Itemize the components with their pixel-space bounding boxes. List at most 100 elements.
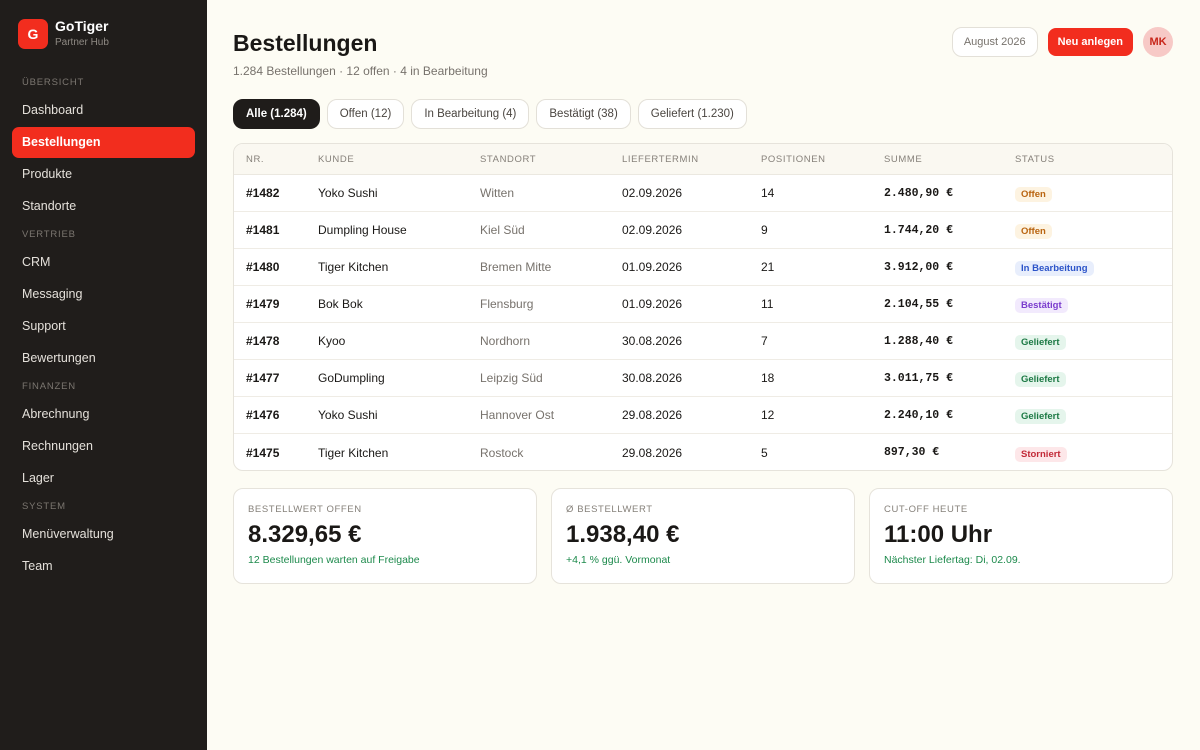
brand[interactable]: G GoTiger Partner Hub — [18, 18, 109, 50]
order-location: Flensburg — [480, 297, 534, 311]
sidebar-nav: ÜBERSICHT Dashboard Bestellungen Produkt… — [12, 70, 195, 582]
table-row[interactable]: #1479 Bok Bok Flensburg 01.09.2026 11 2.… — [234, 286, 1172, 323]
order-positions: 14 — [761, 186, 775, 200]
stat-label: BESTELLWERT OFFEN — [248, 504, 362, 515]
sidebar-item-bewertungen[interactable]: Bewertungen — [12, 343, 195, 374]
column-header-status[interactable]: STATUS — [1015, 154, 1172, 165]
table-header: NR. KUNDE STANDORT LIEFERTERMIN POSITION… — [234, 144, 1172, 175]
order-total: 1.744,20 € — [884, 223, 954, 237]
tab-in-bearbeitung[interactable]: In Bearbeitung (4) — [411, 99, 530, 129]
sidebar-item-lager[interactable]: Lager — [12, 463, 195, 494]
order-customer: Tiger Kitchen — [318, 260, 389, 274]
order-positions: 21 — [761, 260, 775, 274]
sidebar-item-support[interactable]: Support — [12, 311, 195, 342]
order-delivery-date: 02.09.2026 — [622, 223, 683, 237]
column-header-standort[interactable]: STANDORT — [480, 154, 622, 165]
stat-note: 12 Bestellungen warten auf Freigabe — [248, 554, 420, 566]
status-badge: Geliefert — [1015, 372, 1066, 387]
page-title: Bestellungen — [233, 30, 378, 56]
table-row[interactable]: #1477 GoDumpling Leipzig Süd 30.08.2026 … — [234, 360, 1172, 397]
status-badge: In Bearbeitung — [1015, 261, 1094, 276]
table-row[interactable]: #1481 Dumpling House Kiel Süd 02.09.2026… — [234, 212, 1172, 249]
sidebar-item-team[interactable]: Team — [12, 551, 195, 582]
order-location: Kiel Süd — [480, 223, 525, 237]
order-customer: Kyoo — [318, 334, 346, 348]
sidebar-item-rechnungen[interactable]: Rechnungen — [12, 431, 195, 462]
stat-card-avg-value: Ø BESTELLWERT 1.938,40 € +4,1 % ggü. Vor… — [551, 488, 855, 584]
order-total: 2.104,55 € — [884, 297, 954, 311]
tab-bestaetigt[interactable]: Bestätigt (38) — [536, 99, 631, 129]
sidebar-item-dashboard[interactable]: Dashboard — [12, 95, 195, 126]
order-customer: Yoko Sushi — [318, 408, 378, 422]
order-number: #1478 — [246, 334, 280, 348]
sidebar: G GoTiger Partner Hub ÜBERSICHT Dashboar… — [0, 0, 207, 750]
order-positions: 5 — [761, 445, 768, 460]
table-row[interactable]: #1478 Kyoo Nordhorn 30.08.2026 7 1.288,4… — [234, 323, 1172, 360]
order-delivery-date: 30.08.2026 — [622, 334, 683, 348]
sidebar-item-abrechnung[interactable]: Abrechnung — [12, 399, 195, 430]
sidebar-item-produkte[interactable]: Produkte — [12, 159, 195, 190]
orders-table: NR. KUNDE STANDORT LIEFERTERMIN POSITION… — [233, 143, 1173, 471]
status-badge: Geliefert — [1015, 409, 1066, 424]
top-actions: August 2026 Neu anlegen MK — [951, 27, 1173, 57]
order-number: #1479 — [246, 297, 280, 311]
status-badge: Offen — [1015, 224, 1052, 239]
order-status: Bestätigt — [1015, 295, 1172, 313]
column-header-liefertermin[interactable]: LIEFERTERMIN — [622, 154, 761, 165]
order-positions: 7 — [761, 334, 768, 348]
avatar[interactable]: MK — [1143, 27, 1173, 57]
order-total: 897,30 € — [884, 446, 940, 459]
tab-geliefert[interactable]: Geliefert (1.230) — [637, 99, 747, 129]
status-badge: Geliefert — [1015, 335, 1066, 350]
table-row[interactable]: #1476 Yoko Sushi Hannover Ost 29.08.2026… — [234, 397, 1172, 434]
column-header-summe[interactable]: SUMME — [884, 154, 1015, 165]
column-header-kunde[interactable]: KUNDE — [318, 154, 480, 165]
order-positions: 12 — [761, 408, 775, 422]
order-number: #1480 — [246, 260, 280, 274]
order-delivery-date: 01.09.2026 — [622, 297, 683, 311]
order-customer: Dumpling House — [318, 223, 407, 237]
order-positions: 9 — [761, 223, 768, 237]
status-badge: Offen — [1015, 187, 1052, 202]
order-delivery-date: 02.09.2026 — [622, 186, 683, 200]
nav-section-title: VERTRIEB — [22, 229, 76, 240]
order-location: Leipzig Süd — [480, 371, 543, 385]
tab-alle[interactable]: Alle (1.284) — [233, 99, 320, 129]
order-status: Geliefert — [1015, 369, 1172, 387]
order-location: Hannover Ost — [480, 408, 555, 422]
sidebar-item-standorte[interactable]: Standorte — [12, 191, 195, 222]
brand-text: GoTiger Partner Hub — [55, 18, 109, 50]
order-customer: Yoko Sushi — [318, 186, 378, 200]
order-delivery-date: 29.08.2026 — [622, 445, 683, 460]
stat-value: 1.938,40 € — [566, 521, 680, 548]
order-positions: 11 — [761, 297, 774, 311]
table-row[interactable]: #1480 Tiger Kitchen Bremen Mitte 01.09.2… — [234, 249, 1172, 286]
table-row[interactable]: #1482 Yoko Sushi Witten 02.09.2026 14 2.… — [234, 175, 1172, 212]
column-header-nr[interactable]: NR. — [234, 154, 318, 165]
order-total: 2.240,10 € — [884, 408, 954, 422]
order-status: Geliefert — [1015, 406, 1172, 424]
filter-tabs: Alle (1.284) Offen (12) In Bearbeitung (… — [233, 99, 754, 129]
table-row[interactable]: #1475 Tiger Kitchen Rostock 29.08.2026 5… — [234, 434, 1172, 470]
brand-name: GoTiger — [55, 18, 109, 34]
page-subtitle: 1.284 Bestellungen · 12 offen · 4 in Bea… — [233, 64, 488, 78]
order-status: Offen — [1015, 184, 1172, 202]
stat-card-open-value: BESTELLWERT OFFEN 8.329,65 € 12 Bestellu… — [233, 488, 537, 584]
month-picker-button[interactable]: August 2026 — [951, 27, 1038, 57]
sidebar-item-crm[interactable]: CRM — [12, 247, 195, 278]
stat-label: CUT-OFF HEUTE — [884, 504, 968, 515]
status-badge: Storniert — [1015, 446, 1067, 462]
order-delivery-date: 01.09.2026 — [622, 260, 683, 274]
sidebar-item-bestellungen[interactable]: Bestellungen — [12, 127, 195, 158]
order-status: Offen — [1015, 221, 1172, 239]
nav-section-title: SYSTEM — [22, 501, 66, 512]
tab-offen[interactable]: Offen (12) — [326, 99, 405, 129]
sidebar-item-messaging[interactable]: Messaging — [12, 279, 195, 310]
sidebar-item-menueverwaltung[interactable]: Menüverwaltung — [12, 519, 195, 550]
status-badge: Bestätigt — [1015, 298, 1068, 313]
new-order-button[interactable]: Neu anlegen — [1047, 28, 1133, 56]
order-total: 1.288,40 € — [884, 334, 954, 348]
order-customer: Bok Bok — [318, 297, 363, 311]
order-total: 3.011,75 € — [884, 371, 954, 385]
column-header-positionen[interactable]: POSITIONEN — [761, 154, 884, 165]
